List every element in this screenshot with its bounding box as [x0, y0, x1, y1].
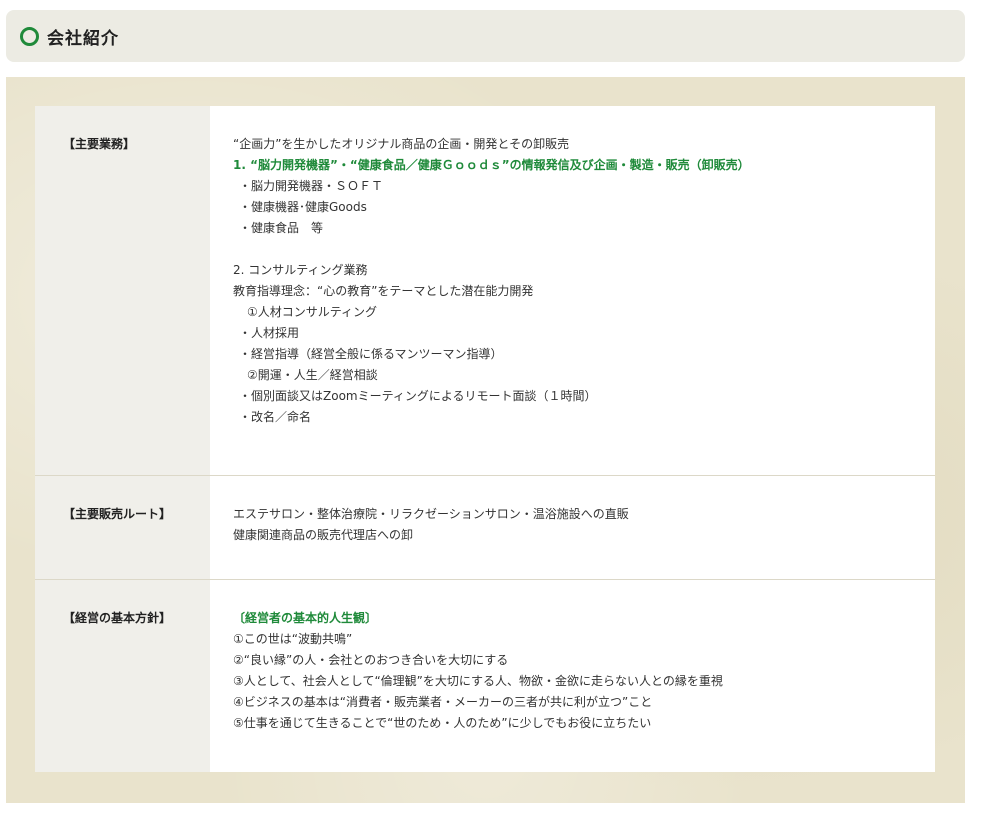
- text-line: 教育指導理念：“心の教育”をテーマとした潜在能力開発: [233, 284, 534, 298]
- text-line: 健康関連商品の販売代理店への卸: [233, 527, 414, 542]
- text-line: エステサロン・整体治療院・リラクゼーションサロン・温浴施設への直販: [233, 506, 629, 521]
- section-header: 会社紹介: [6, 10, 965, 62]
- table-row-main-business: 【主要業務】 “企画力”を生かしたオリジナル商品の企画・開発とその卸販売 1. …: [35, 106, 935, 475]
- table-row-sales-route: 【主要販売ルート】 エステサロン・整体治療院・リラクゼーションサロン・温浴施設へ…: [35, 474, 935, 579]
- company-info-table: 【主要業務】 “企画力”を生かしたオリジナル商品の企画・開発とその卸販売 1. …: [35, 106, 935, 772]
- text-line: ④ビジネスの基本は“消費者・販売業者・メーカーの三者が共に利が立つ”こと: [233, 694, 653, 709]
- text-line: ・人材採用: [239, 326, 300, 340]
- section-title: 会社紹介: [47, 28, 119, 49]
- row-label-main-business: 【主要業務】: [35, 106, 210, 475]
- text-line: ・脳力開発機器・ＳＯＦＴ: [239, 179, 384, 193]
- text-line-highlight: 〔経営者の基本的人生観〕: [233, 610, 378, 625]
- text-line: ②“良い縁”の人・会社とのおつき合いを大切にする: [233, 652, 509, 667]
- text-line: ⑤仕事を通じて生きることで“世のため・人のため”に少しでもお役に立ちたい: [233, 715, 652, 730]
- text-line: ①この世は“波動共鳴”: [233, 631, 353, 646]
- text-line: ・経営指導（経営全般に係るマンツーマン指導）: [239, 347, 503, 361]
- text-line: ・改名／命名: [239, 410, 312, 424]
- text-line: ③人として、社会人として“倫理観”を大切にする人、物欲・金欲に走らない人との縁を…: [233, 673, 723, 688]
- text-line: ・健康食品 等: [239, 221, 324, 235]
- text-line: ・健康機器･健康Goods: [239, 200, 367, 214]
- row-content-management-policy: 〔経営者の基本的人生観〕 ①この世は“波動共鳴” ②“良い縁”の人・会社とのおつ…: [210, 578, 935, 772]
- text-line: “企画力”を生かしたオリジナル商品の企画・開発とその卸販売: [233, 137, 570, 151]
- table-row-management-policy: 【経営の基本方針】 〔経営者の基本的人生観〕 ①この世は“波動共鳴” ②“良い縁…: [35, 578, 935, 772]
- row-label-sales-route: 【主要販売ルート】: [35, 474, 210, 579]
- row-content-sales-route: エステサロン・整体治療院・リラクゼーションサロン・温浴施設への直販 健康関連商品…: [210, 474, 935, 579]
- company-info-panel: 【主要業務】 “企画力”を生かしたオリジナル商品の企画・開発とその卸販売 1. …: [6, 77, 965, 803]
- text-line: ①人材コンサルティング: [247, 305, 378, 319]
- text-line: 2. コンサルティング業務: [233, 263, 368, 277]
- row-content-main-business: “企画力”を生かしたオリジナル商品の企画・開発とその卸販売 1. “脳力開発機器…: [210, 106, 935, 475]
- page: 会社紹介 【主要業務】 “企画力”を生かしたオリジナル商品の企画・開発とその卸販…: [0, 0, 982, 831]
- text-line: ・個別面談又はZoomミーティングによるリモート面談（１時間）: [239, 389, 597, 403]
- row-label-management-policy: 【経営の基本方針】: [35, 578, 210, 772]
- text-line-highlight: 1. “脳力開発機器”・“健康食品／健康Ｇｏｏｄｓ”の情報発信及び企画・製造・販…: [233, 158, 750, 172]
- text-line: ②開運・人生／経営相談: [247, 368, 378, 382]
- circle-bullet-icon: [20, 26, 39, 46]
